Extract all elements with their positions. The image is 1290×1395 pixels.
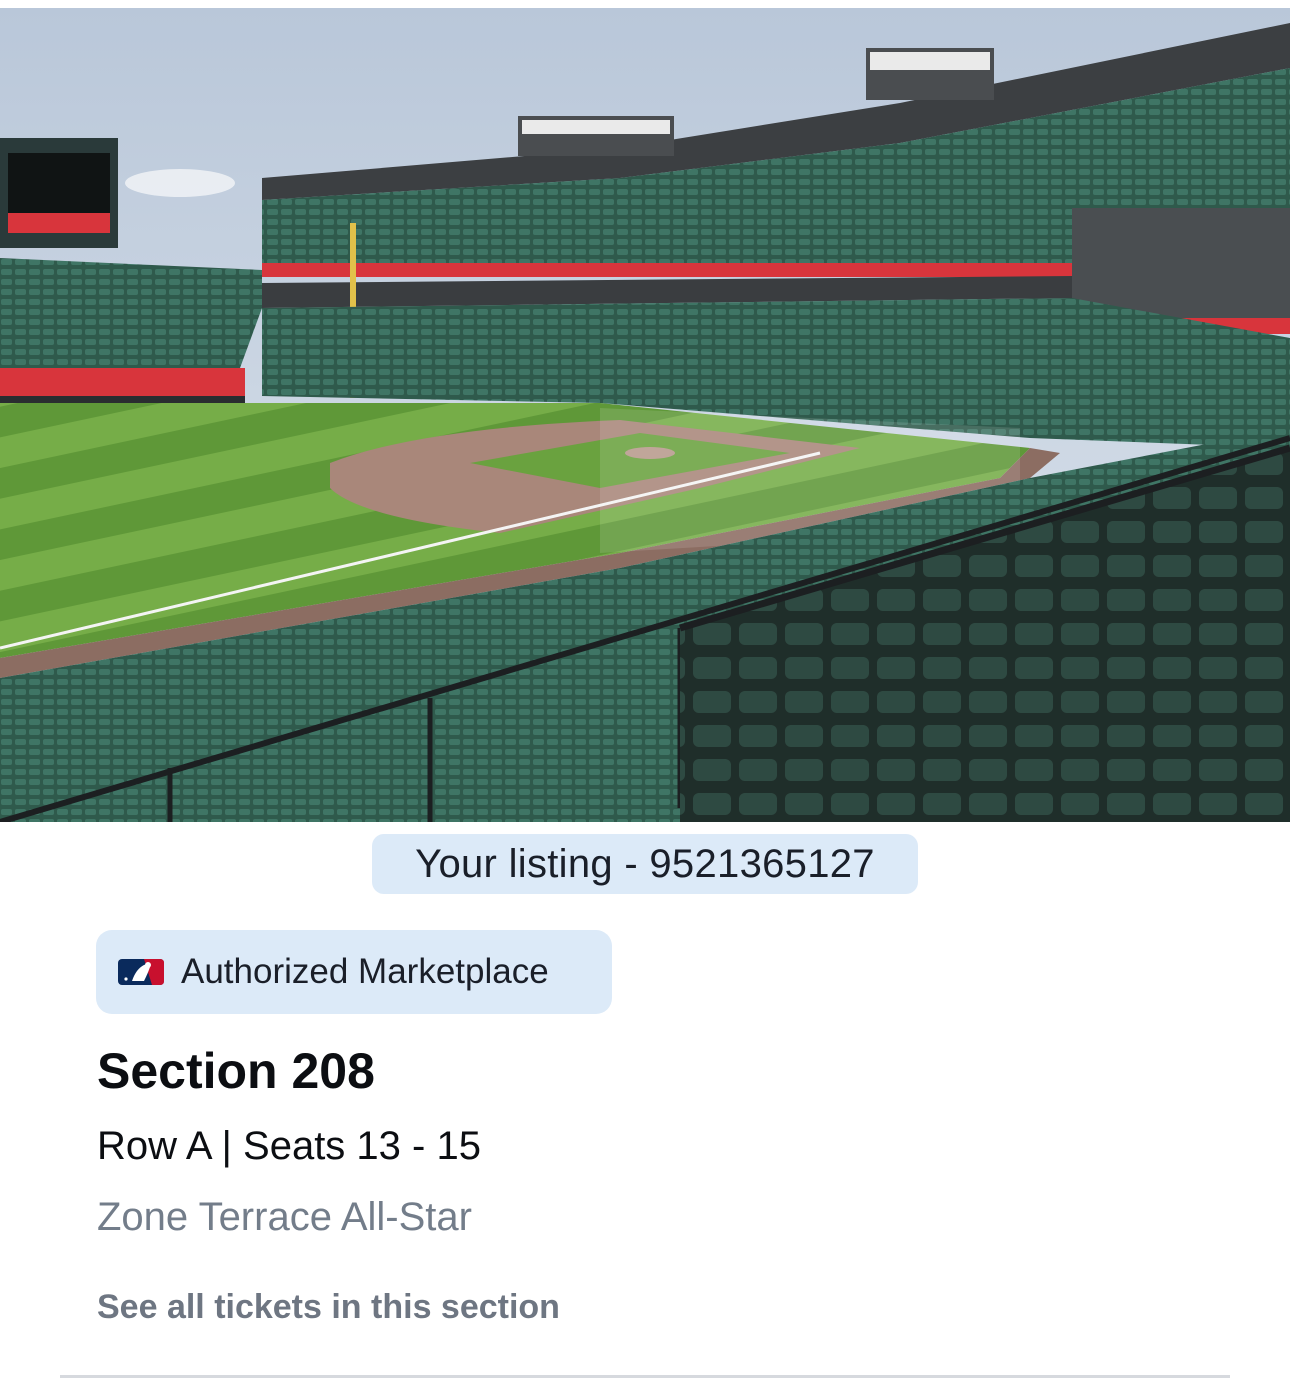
section-title: Section 208: [97, 1043, 375, 1099]
seat-view-image: [0, 8, 1290, 822]
badge-label: Authorized Marketplace: [181, 952, 549, 991]
row-seats-text: Row A | Seats 13 - 15: [97, 1124, 481, 1168]
your-listing-label: Your listing - 9521365127: [372, 834, 918, 894]
authorized-marketplace-badge: Authorized Marketplace: [96, 930, 612, 1014]
listing-id-text: Your listing - 9521365127: [415, 841, 875, 886]
divider: [60, 1375, 1230, 1378]
mlb-logo-icon: [118, 959, 164, 985]
see-all-tickets-link[interactable]: See all tickets in this section: [97, 1288, 560, 1327]
ticket-listing-page: Your listing - 9521365127 Authorized Mar…: [0, 0, 1290, 1395]
zone-name-text: Zone Terrace All-Star: [97, 1195, 472, 1239]
